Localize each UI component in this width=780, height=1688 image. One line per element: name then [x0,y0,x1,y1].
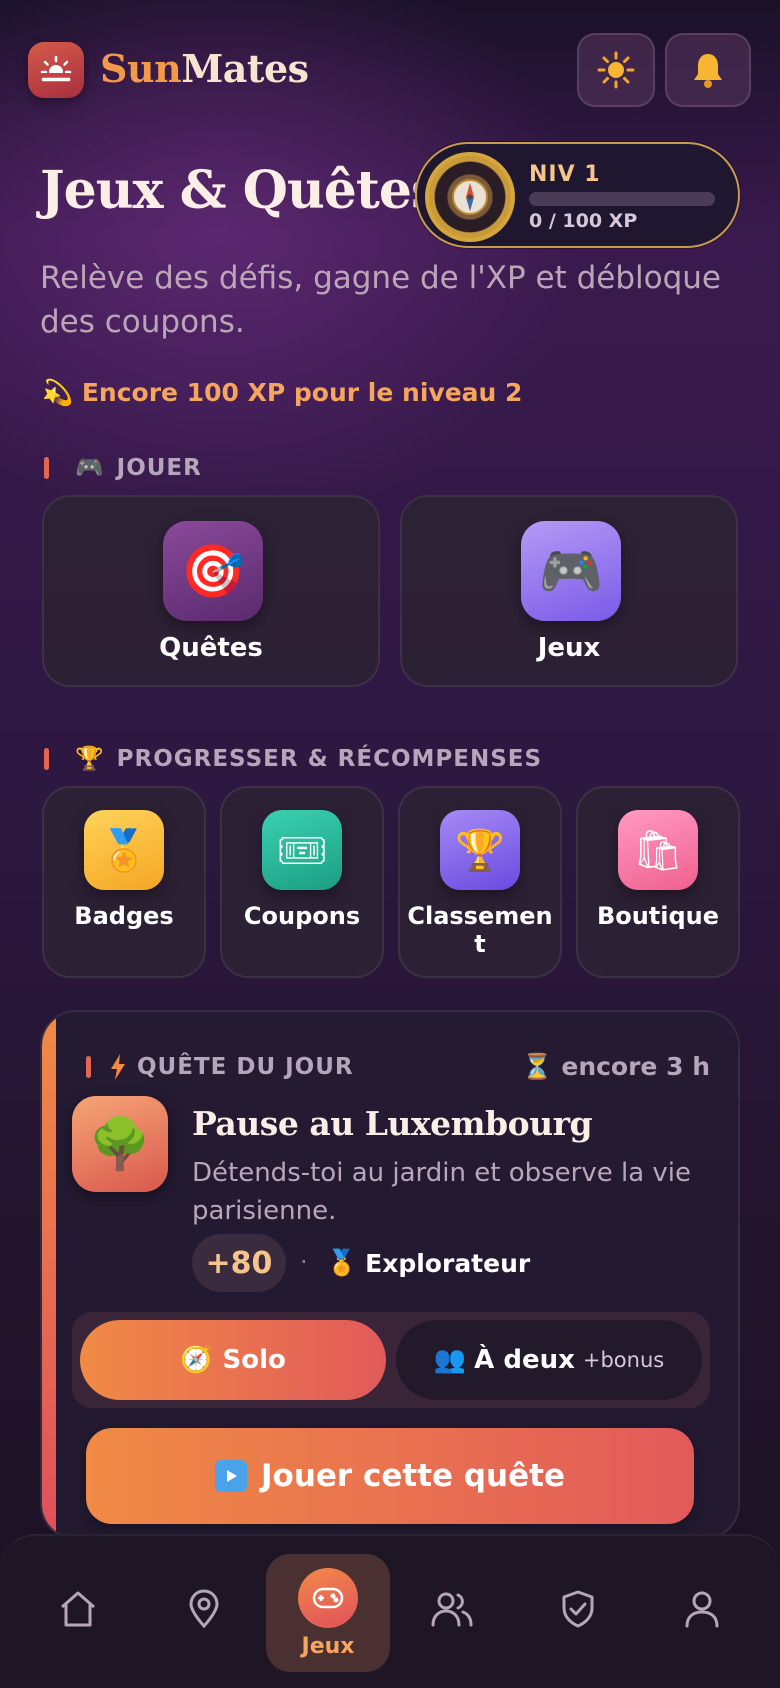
nav-profile[interactable] [657,1564,747,1654]
shield-check-icon [562,1590,594,1628]
nav-friends[interactable] [407,1564,497,1654]
play-quest-label: Jouer cette quête [261,1458,565,1494]
card-badges-label: Badges [74,902,174,930]
sun-icon [597,51,635,89]
ticket-icon: 🎟 [262,810,342,890]
mode-duo-button[interactable]: 👥 À deux +bonus [396,1320,702,1400]
trophy-icon: 🏆 [440,810,520,890]
section-accent-bar [44,456,49,479]
compass-icon: 🧭 [180,1345,213,1375]
level-label: NIV 1 [529,162,601,187]
card-games[interactable]: 🎮 Jeux [400,495,738,687]
quest-badge-reward: 🏅 Explorateur [326,1248,530,1278]
home-icon [61,1591,95,1627]
quest-accent-bar [42,1012,56,1538]
app-logo[interactable] [28,42,84,98]
nav-security[interactable] [533,1564,623,1654]
quest-xp-reward: +80 [192,1234,286,1292]
compass-icon [452,179,488,215]
hourglass-icon: ⏳ [521,1052,553,1081]
gamepad-icon: 🎮 [75,455,105,481]
nav-map[interactable] [159,1564,249,1654]
level-indicator[interactable]: NIV 1 0 / 100 XP [415,142,740,248]
theme-toggle-button[interactable] [577,33,655,107]
mode-duo-label: À deux [474,1345,575,1375]
gamepad-icon [298,1568,358,1628]
bell-icon [694,54,722,88]
brand-part-mates: Mates [181,46,309,91]
mode-solo-button[interactable]: 🧭 Solo [80,1320,386,1400]
gamepad-icon: 🎮 [521,521,621,621]
quest-separator: · [300,1248,308,1276]
card-leaderboard[interactable]: 🏆 Classement [398,786,562,978]
quest-header-text: QUÊTE DU JOUR [137,1054,354,1080]
quest-time-text: encore 3 h [561,1052,710,1081]
medal-icon: 🏅 [326,1248,358,1277]
dizzy-icon: 💫 [42,378,74,407]
daily-quest-card: QUÊTE DU JOUR ⏳ encore 3 h 🌳 Pause au Lu… [40,1010,740,1540]
tree-icon: 🌳 [72,1096,168,1192]
play-quest-button[interactable]: Jouer cette quête [86,1428,694,1524]
section-header-play: 🎮 JOUER [44,454,202,481]
notifications-button[interactable] [665,33,751,107]
medal-icon: 🏅 [84,810,164,890]
card-quests[interactable]: 🎯 Quêtes [42,495,380,687]
card-shop-label: Boutique [596,902,720,930]
card-coupons[interactable]: 🎟 Coupons [220,786,384,978]
xp-hint: 💫 Encore 100 XP pour le niveau 2 [42,378,522,408]
card-games-label: Jeux [537,633,601,663]
shopping-bag-icon: 🛍 [618,810,698,890]
map-pin-icon [189,1589,219,1629]
section-accent-bar [86,1056,91,1078]
nav-games-label: Jeux [301,1634,355,1659]
section-title-rewards: PROGRESSER & RÉCOMPENSES [116,745,543,772]
page-title: Jeux & Quêtes [40,160,440,221]
sunrise-logo-icon [40,55,72,82]
trophy-icon: 🏆 [75,746,105,772]
card-coupons-label: Coupons [243,902,361,930]
lightning-icon [111,1054,125,1080]
play-icon [215,1460,247,1492]
target-icon: 🎯 [163,521,263,621]
mode-solo-label: Solo [222,1345,286,1375]
quest-header: QUÊTE DU JOUR [86,1054,354,1080]
friends-icon [431,1592,473,1627]
section-accent-bar [44,747,49,770]
page-subtitle: Relève des défis, gagne de l'XP et déblo… [40,260,722,340]
xp-text: 0 / 100 XP [529,210,638,232]
mode-duo-bonus: +bonus [582,1348,665,1372]
brand-name: SunMates [100,46,309,91]
card-quests-label: Quêtes [159,633,263,663]
card-leaderboard-label: Classement [407,902,553,958]
section-title-play: JOUER [116,454,202,481]
quest-time-left: ⏳ encore 3 h [522,1052,711,1082]
compass-medal-icon [425,152,515,242]
quest-title: Pause au Luxembourg [192,1104,593,1143]
quest-mode-selector: 🧭 Solo 👥 À deux +bonus [72,1312,710,1408]
section-header-rewards: 🏆 PROGRESSER & RÉCOMPENSES [44,745,542,772]
quest-description: Détends-toi au jardin et observe la vie … [192,1158,692,1226]
quest-badge-name: Explorateur [365,1248,531,1278]
card-badges[interactable]: 🏅 Badges [42,786,206,978]
xp-progress-bar [529,192,715,206]
brand-part-sun: Sun [100,46,182,91]
nav-home[interactable] [33,1564,123,1654]
xp-hint-text: Encore 100 XP pour le niveau 2 [81,378,523,407]
card-shop[interactable]: 🛍 Boutique [576,786,740,978]
nav-games[interactable]: Jeux [266,1554,390,1672]
people-icon: 👥 [433,1345,467,1375]
profile-icon [685,1591,719,1628]
bottom-navigation: Jeux [0,1534,780,1688]
